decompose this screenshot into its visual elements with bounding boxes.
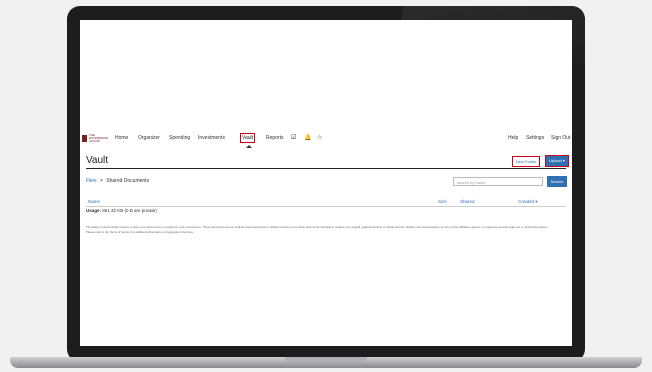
- usage-label: Usage:: [86, 208, 102, 213]
- logo-text: THE ENTERPRISE GROUP: [89, 133, 109, 143]
- disclaimer-text: The ability to electronically retrieve o…: [86, 225, 548, 229]
- breadcrumb-files[interactable]: Files: [86, 178, 97, 184]
- disclaimer-terms: Please refer to the Terms of Service for…: [86, 230, 194, 234]
- disclaimer: The ability to electronically retrieve o…: [86, 225, 568, 235]
- page-title: Vault: [86, 155, 109, 166]
- checkbox-icon[interactable]: ☑: [291, 134, 296, 141]
- nav-spending[interactable]: Spending: [169, 135, 190, 141]
- nav-home[interactable]: Home: [115, 135, 128, 141]
- column-name[interactable]: Name: [88, 199, 100, 204]
- column-shared[interactable]: Shared: [460, 199, 475, 204]
- search-button[interactable]: Search: [547, 176, 567, 187]
- breadcrumb-current: Shared Documents: [106, 178, 150, 184]
- usage-summary: Usage: 861.32 KB (0 B are private): [86, 208, 157, 213]
- nav-help[interactable]: Help: [508, 135, 518, 141]
- nav-organizer[interactable]: Organizer: [138, 135, 160, 141]
- breadcrumb-separator: >: [99, 178, 103, 184]
- laptop-notch: [285, 357, 367, 362]
- nav-vault[interactable]: Vault: [240, 133, 256, 143]
- brand-logo[interactable]: THE ENTERPRISE GROUP: [82, 134, 111, 143]
- nav-reports[interactable]: Reports: [266, 135, 284, 141]
- top-navbar: THE ENTERPRISE GROUP Home Organizer Spen…: [80, 130, 572, 148]
- usage-value: 861.32 KB (0 B are private): [102, 208, 157, 213]
- column-size[interactable]: Size: [438, 199, 447, 204]
- app-screen: THE ENTERPRISE GROUP Home Organizer Spen…: [80, 20, 572, 346]
- column-created[interactable]: Created ▾: [518, 199, 538, 205]
- logo-seal-icon: [82, 135, 87, 142]
- title-divider: [86, 168, 566, 169]
- nav-investments[interactable]: Investments: [198, 135, 225, 141]
- star-icon[interactable]: ☆: [317, 134, 322, 141]
- bell-icon[interactable]: 🔔: [304, 134, 311, 141]
- breadcrumb: Files > Shared Documents: [86, 178, 149, 184]
- nav-settings[interactable]: Settings: [526, 135, 544, 141]
- new-folder-button[interactable]: New Folder: [512, 156, 541, 167]
- active-indicator-caret: [246, 145, 252, 148]
- search-input[interactable]: search by name: [453, 177, 543, 186]
- upload-button[interactable]: Upload ▾: [545, 155, 569, 167]
- nav-sign-out[interactable]: Sign Out: [551, 135, 570, 141]
- table-header-divider: [86, 206, 566, 207]
